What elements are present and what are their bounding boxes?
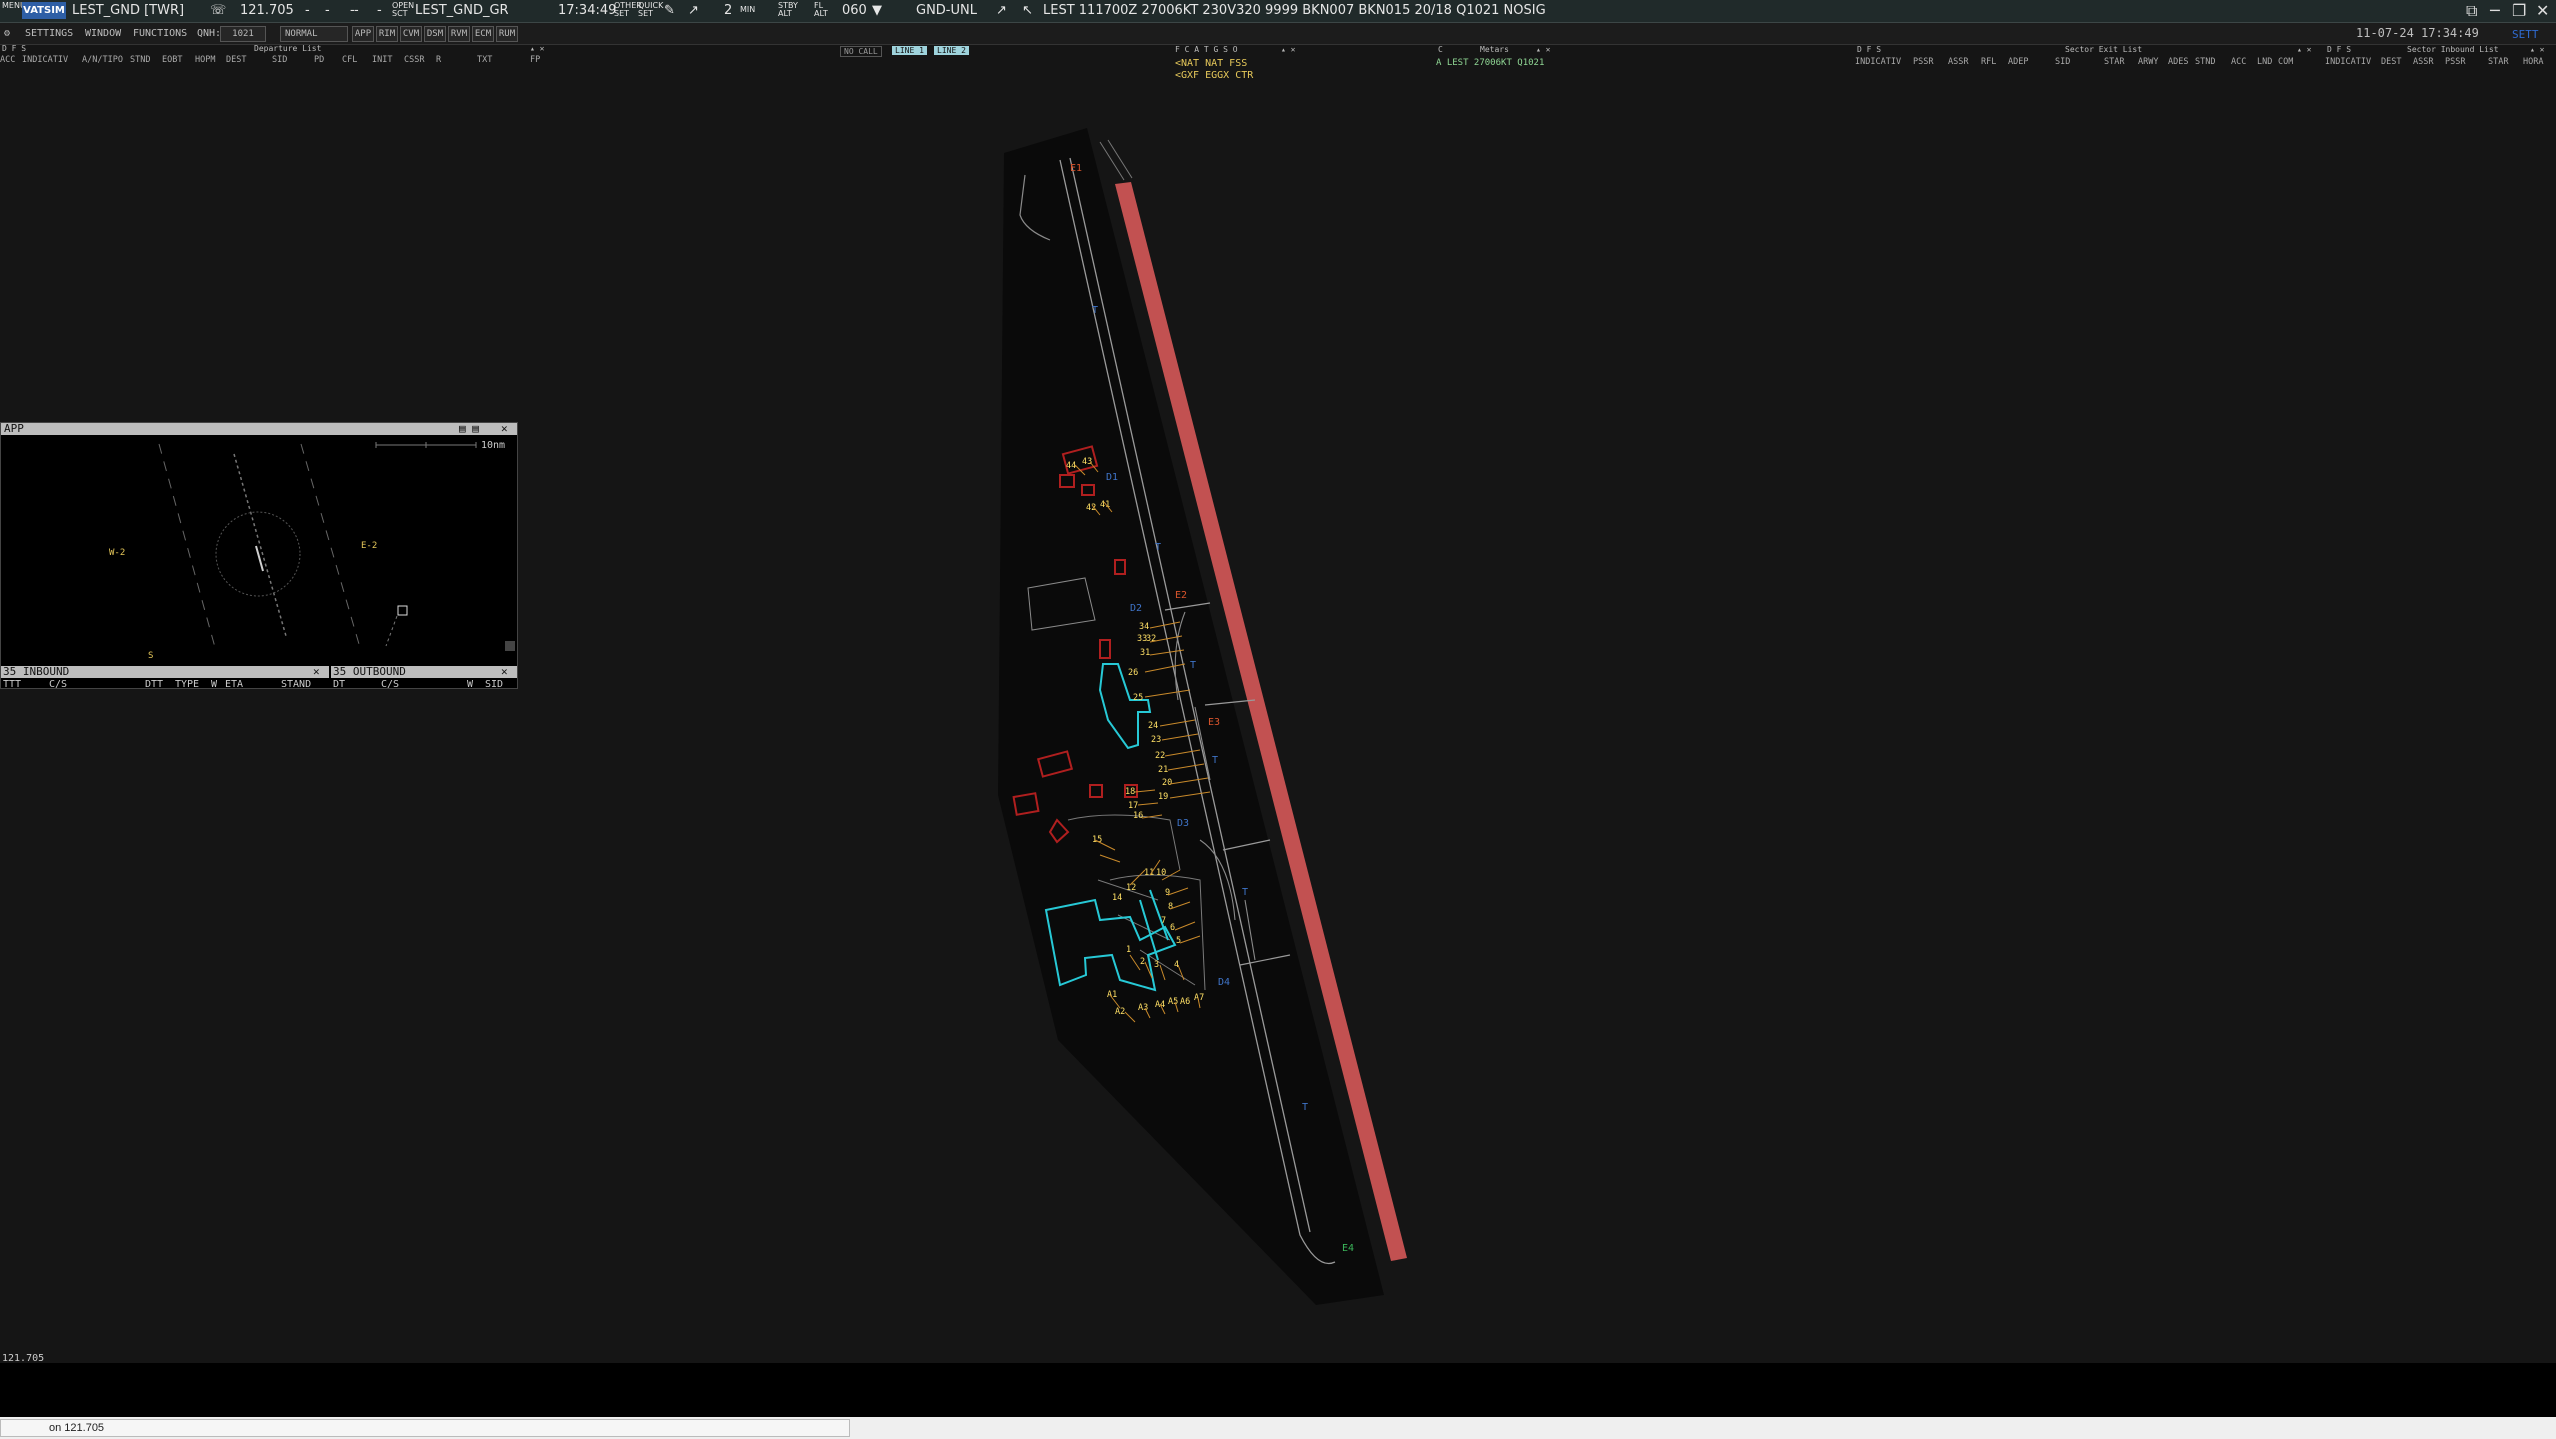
inbound-close-icon[interactable]: ✕ [313,666,320,678]
app-window-buttons[interactable]: ▤ ▤ [459,423,479,435]
target-square[interactable] [397,605,408,616]
fix-e2[interactable]: E-2 [361,541,377,551]
outbound-close-icon[interactable]: ✕ [501,666,508,678]
outbound-title: 35 OUTBOUND [333,665,406,678]
resize-handle[interactable] [505,641,515,651]
airspace-boundary-east [300,443,362,652]
airport-boundary [998,128,1384,1305]
app-window-close-icon[interactable]: ✕ [501,423,508,435]
col-cs: C/S [49,679,68,690]
scale-label: 10nm [481,440,506,451]
col-type: TYPE [175,679,200,690]
col-dt: DT [333,679,346,690]
col-stand: STAND [281,679,312,690]
airspace-boundary-west [158,443,217,652]
command-input[interactable]: on 121.705 [0,1419,850,1437]
app-window[interactable]: APP ▤ ▤ ✕ 10nm W-2 E-2 S 35 INBOUND ✕ 35… [0,422,518,690]
inbound-title: 35 INBOUND [3,665,70,678]
airport-map[interactable] [0,0,2556,1439]
runway-threshold-north [1099,139,1133,181]
fix-s[interactable]: S [148,651,153,661]
app-radar-scope[interactable] [1,436,517,666]
runway-symbol [255,545,264,572]
col-sid: SID [485,679,504,690]
col-eta: ETA [225,679,244,690]
outbound-titlebar[interactable]: 35 OUTBOUND ✕ [331,666,517,678]
app-list-header: TTT C/S DTT TYPE W ETA STAND DT C/S W SI… [1,679,517,690]
inbound-titlebar[interactable]: 35 INBOUND ✕ [1,666,329,678]
message-panel [0,1363,2556,1417]
col-ttt: TTT [3,679,22,690]
app-window-title: APP [4,422,24,435]
command-text: on 121.705 [49,1422,105,1434]
col-out-w: W [467,679,474,690]
col-out-cs: C/S [381,679,400,690]
app-window-titlebar[interactable]: APP ▤ ▤ ✕ [1,423,517,435]
col-w: W [211,679,218,690]
col-dtt: DTT [145,679,164,690]
extended-centerline [233,453,287,637]
command-line-bar: on 121.705 [0,1417,2556,1439]
fix-w2[interactable]: W-2 [109,548,125,558]
sector-line [385,615,398,647]
